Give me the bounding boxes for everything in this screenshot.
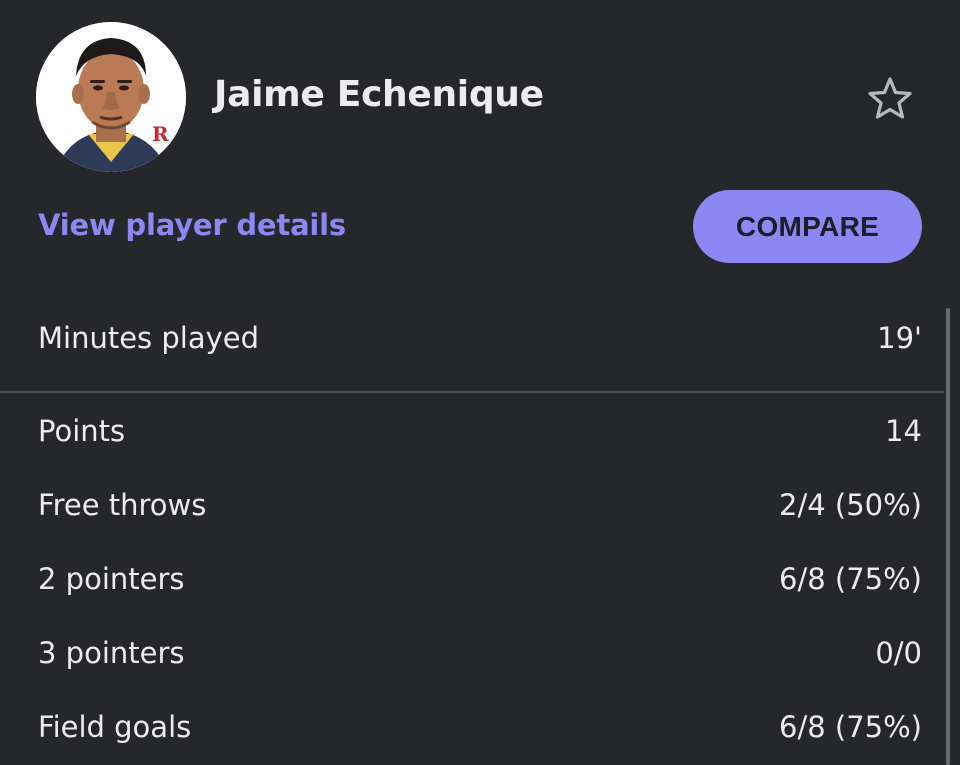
player-photo [36, 22, 186, 172]
stat-label: Free throws [38, 488, 207, 522]
stat-row-field-goals: Field goals 6/8 (75%) [0, 690, 960, 764]
favorite-star-icon[interactable] [864, 74, 916, 124]
stat-value: 0/0 [875, 636, 922, 670]
stat-label: 3 pointers [38, 636, 185, 670]
stat-row-minutes: Minutes played 19' [0, 301, 960, 375]
stat-row-2-pointers: 2 pointers 6/8 (75%) [0, 542, 960, 616]
stat-value: 2/4 (50%) [779, 488, 922, 522]
stat-value: 19' [877, 321, 922, 355]
stat-row-3-pointers: 3 pointers 0/0 [0, 616, 960, 690]
stat-row-free-throws: Free throws 2/4 (50%) [0, 468, 960, 542]
stat-label: Points [38, 414, 126, 448]
player-stats-panel: R Jaime Echenique View player details CO… [0, 0, 960, 765]
view-player-details-link[interactable]: View player details [38, 208, 346, 242]
divider [0, 391, 944, 393]
stat-label: Field goals [38, 710, 192, 744]
stat-value: 14 [885, 414, 922, 448]
player-avatar: R [36, 22, 186, 172]
player-name: Jaime Echenique [214, 74, 544, 115]
compare-button[interactable]: COMPARE [693, 190, 922, 263]
team-logo-badge: R [152, 122, 169, 146]
scrollbar[interactable] [946, 308, 950, 765]
stat-value: 6/8 (75%) [779, 562, 922, 596]
stat-row-points: Points 14 [0, 394, 960, 468]
stat-label: 2 pointers [38, 562, 185, 596]
stat-value: 6/8 (75%) [779, 710, 922, 744]
stat-label: Minutes played [38, 321, 260, 355]
player-header: R Jaime Echenique View player details CO… [0, 0, 960, 263]
